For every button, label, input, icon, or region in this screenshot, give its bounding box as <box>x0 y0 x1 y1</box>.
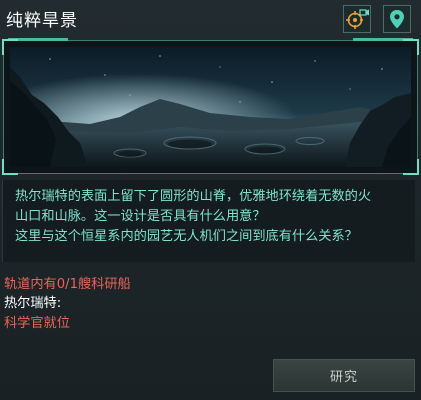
ship-requirement: 轨道内有0/1艘科研船 <box>4 277 131 292</box>
window-title: 纯粹旱景 <box>6 11 78 31</box>
target-camera-button[interactable] <box>343 5 371 33</box>
location-button[interactable] <box>383 5 411 33</box>
description-line: 山口和山脉。这一设计是否具有什么用意？ <box>15 209 266 224</box>
description-line: 这里与这个恒星系内的园艺无人机们之间到底有什么关系？ <box>15 229 358 244</box>
event-image-frame <box>2 38 419 175</box>
planet-landscape-image <box>10 47 411 167</box>
officer-requirement: 科学官就位 <box>4 316 70 331</box>
event-description: 热尔瑞特的表面上留下了圆形的山脊，优雅地环绕着无数的火 山口和山脉。这一设计是否… <box>2 180 415 262</box>
event-window: 纯粹旱景 热尔瑞特的表面上留下了圆形的山脊，优雅地环绕着无数的火 山口和山脉。这… <box>0 0 421 400</box>
description-line: 热尔瑞特的表面上留下了圆形的山脊，优雅地环绕着无数的火 <box>15 189 372 204</box>
map-pin-icon <box>390 10 404 29</box>
planet-label: 热尔瑞特: <box>4 296 62 311</box>
research-button[interactable]: 研究 <box>273 359 415 392</box>
crosshair-camera-icon <box>346 9 369 29</box>
